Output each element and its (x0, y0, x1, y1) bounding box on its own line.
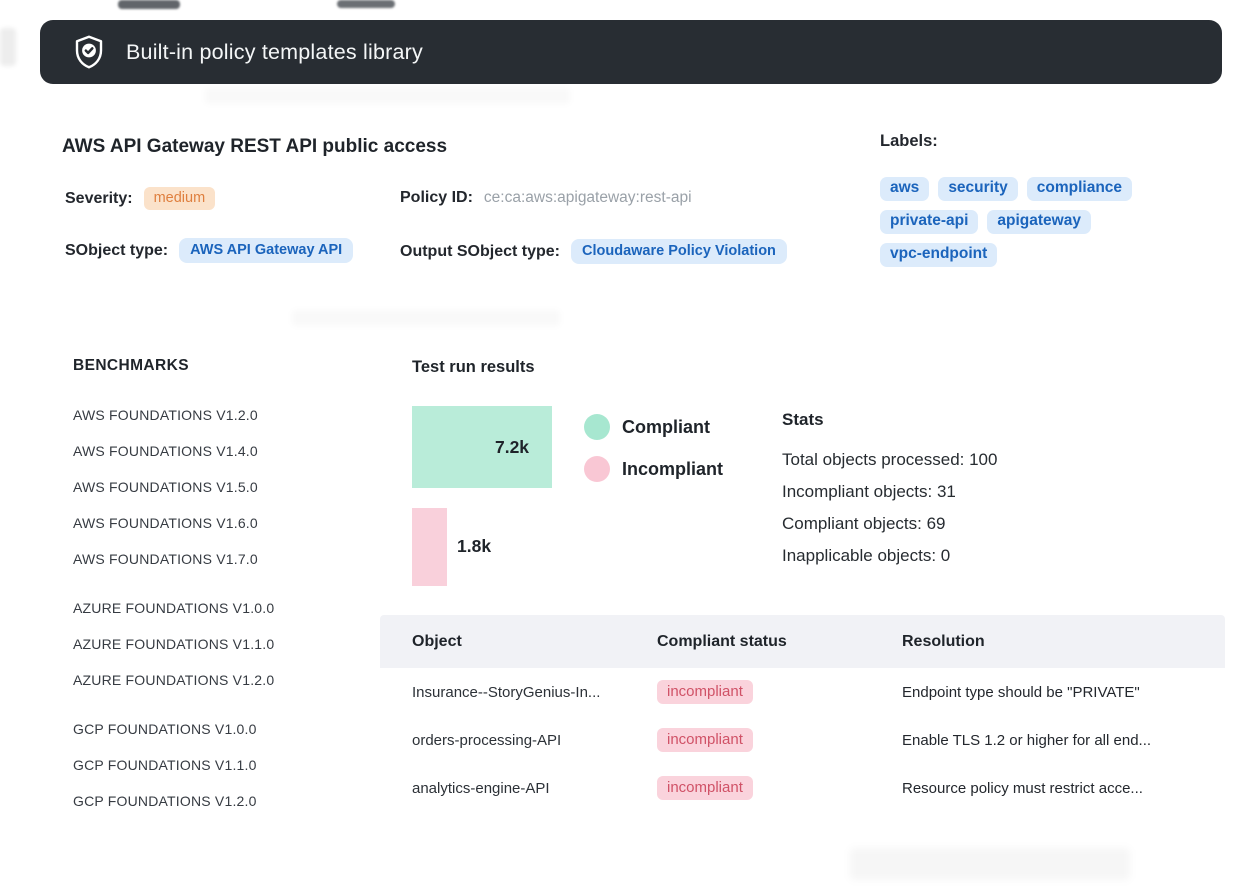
output-sobject-type-chip[interactable]: Cloudaware Policy Violation (571, 239, 787, 264)
status-badge: incompliant (657, 680, 753, 704)
benchmarks-list: AWS FOUNDATIONS V1.2.0AWS FOUNDATIONS V1… (73, 397, 274, 819)
status-badge: incompliant (657, 776, 753, 800)
page: Built-in policy templates library AWS AP… (0, 0, 1256, 888)
benchmark-item[interactable]: AZURE FOUNDATIONS V1.0.0 (73, 590, 274, 626)
sobject-type-chip[interactable]: AWS API Gateway API (179, 238, 353, 263)
header-bar: Built-in policy templates library (40, 20, 1222, 84)
cell-status: incompliant (657, 728, 902, 752)
stats-line: Inapplicable objects: 0 (782, 540, 997, 572)
benchmark-item[interactable]: AWS FOUNDATIONS V1.2.0 (73, 397, 274, 433)
label-chip-security[interactable]: security (938, 177, 1017, 201)
stats-line: Compliant objects: 69 (782, 508, 997, 540)
benchmark-group: AZURE FOUNDATIONS V1.0.0AZURE FOUNDATION… (73, 590, 274, 698)
legend-dot (584, 456, 610, 482)
stats-lines: Total objects processed: 100Incompliant … (782, 444, 997, 572)
status-badge: incompliant (657, 728, 753, 752)
results-table: Object Compliant status Resolution Insur… (380, 615, 1225, 812)
benchmark-item[interactable]: AZURE FOUNDATIONS V1.2.0 (73, 662, 274, 698)
label-chip-compliance[interactable]: compliance (1027, 177, 1132, 201)
benchmark-item[interactable]: GCP FOUNDATIONS V1.1.0 (73, 747, 274, 783)
cell-status: incompliant (657, 776, 902, 800)
benchmark-item[interactable]: AZURE FOUNDATIONS V1.1.0 (73, 626, 274, 662)
stats-section: Stats Total objects processed: 100Incomp… (782, 410, 997, 572)
label-chip-private-api[interactable]: private-api (880, 210, 978, 234)
compliant-bar: 7.2k (412, 406, 552, 488)
legend-item-incompliant: Incompliant (584, 456, 723, 482)
severity-badge: medium (144, 187, 216, 210)
stats-title: Stats (782, 410, 997, 430)
column-header-compliant-status: Compliant status (657, 633, 902, 651)
benchmark-group: GCP FOUNDATIONS V1.0.0GCP FOUNDATIONS V1… (73, 711, 274, 819)
table-body: Insurance--StoryGenius-In...incompliantE… (380, 668, 1225, 812)
legend-item-compliant: Compliant (584, 414, 723, 440)
test-run-title: Test run results (412, 358, 535, 377)
table-row[interactable]: orders-processing-APIincompliant Enable T… (380, 716, 1225, 764)
benchmark-item[interactable]: AWS FOUNDATIONS V1.7.0 (73, 541, 274, 577)
benchmarks-section: BENCHMARKS AWS FOUNDATIONS V1.2.0AWS FOU… (73, 357, 274, 819)
policy-id-value: ce:ca:aws:apigateway:rest-api (484, 189, 692, 207)
page-title: Built-in policy templates library (126, 40, 423, 65)
output-sobject-type-label: Output SObject type: (400, 243, 560, 261)
severity-label: Severity: (65, 190, 133, 208)
incompliant-bar (412, 508, 447, 586)
background-artifact (0, 28, 16, 66)
cell-resolution: Endpoint type should be "PRIVATE" (902, 684, 1225, 701)
shield-check-icon (70, 33, 108, 71)
cell-resolution: Resource policy must restrict acce... (902, 780, 1225, 797)
labels-section: Labels: aws security compliance private-api… (880, 132, 1160, 267)
chart-legend: Compliant Incompliant (584, 414, 723, 498)
benchmark-item[interactable]: GCP FOUNDATIONS V1.0.0 (73, 711, 274, 747)
table-header-row: Object Compliant status Resolution (380, 615, 1225, 668)
benchmark-item[interactable]: AWS FOUNDATIONS V1.6.0 (73, 505, 274, 541)
benchmarks-title: BENCHMARKS (73, 357, 274, 375)
background-artifact (337, 0, 395, 8)
background-artifact (292, 310, 560, 326)
stats-line: Incompliant objects: 31 (782, 476, 997, 508)
compliant-bar-value: 7.2k (495, 437, 529, 458)
stats-line: Total objects processed: 100 (782, 444, 997, 476)
background-artifact (118, 0, 180, 9)
cell-resolution: Enable TLS 1.2 or higher for all end... (902, 732, 1225, 749)
cell-object: orders-processing-API (412, 732, 657, 749)
legend-label: Compliant (622, 417, 710, 438)
table-row[interactable]: analytics-engine-APIincompliant Resource … (380, 764, 1225, 812)
legend-dot (584, 414, 610, 440)
legend-label: Incompliant (622, 459, 723, 480)
benchmark-group: AWS FOUNDATIONS V1.2.0AWS FOUNDATIONS V1… (73, 397, 274, 577)
label-chip-apigateway[interactable]: apigateway (987, 210, 1091, 234)
cell-object: Insurance--StoryGenius-In... (412, 684, 657, 701)
policy-id-label: Policy ID: (400, 189, 473, 207)
label-chip-vpc-endpoint[interactable]: vpc-endpoint (880, 243, 997, 267)
policy-title: AWS API Gateway REST API public access (62, 136, 447, 158)
benchmark-item[interactable]: GCP FOUNDATIONS V1.2.0 (73, 783, 274, 819)
benchmark-item[interactable]: AWS FOUNDATIONS V1.4.0 (73, 433, 274, 469)
label-chip-aws[interactable]: aws (880, 177, 929, 201)
background-artifact (850, 848, 1130, 880)
labels-title: Labels: (880, 132, 1160, 151)
column-header-resolution: Resolution (902, 633, 1225, 651)
cell-object: analytics-engine-API (412, 780, 657, 797)
benchmark-item[interactable]: AWS FOUNDATIONS V1.5.0 (73, 469, 274, 505)
table-row[interactable]: Insurance--StoryGenius-In...incompliant E… (380, 668, 1225, 716)
labels-list: aws security compliance private-api apigatew… (880, 177, 1160, 267)
background-artifact (205, 88, 570, 104)
column-header-object: Object (412, 633, 657, 651)
sobject-type-label: SObject type: (65, 242, 168, 260)
incompliant-bar-value: 1.8k (457, 536, 491, 557)
cell-status: incompliant (657, 680, 902, 704)
